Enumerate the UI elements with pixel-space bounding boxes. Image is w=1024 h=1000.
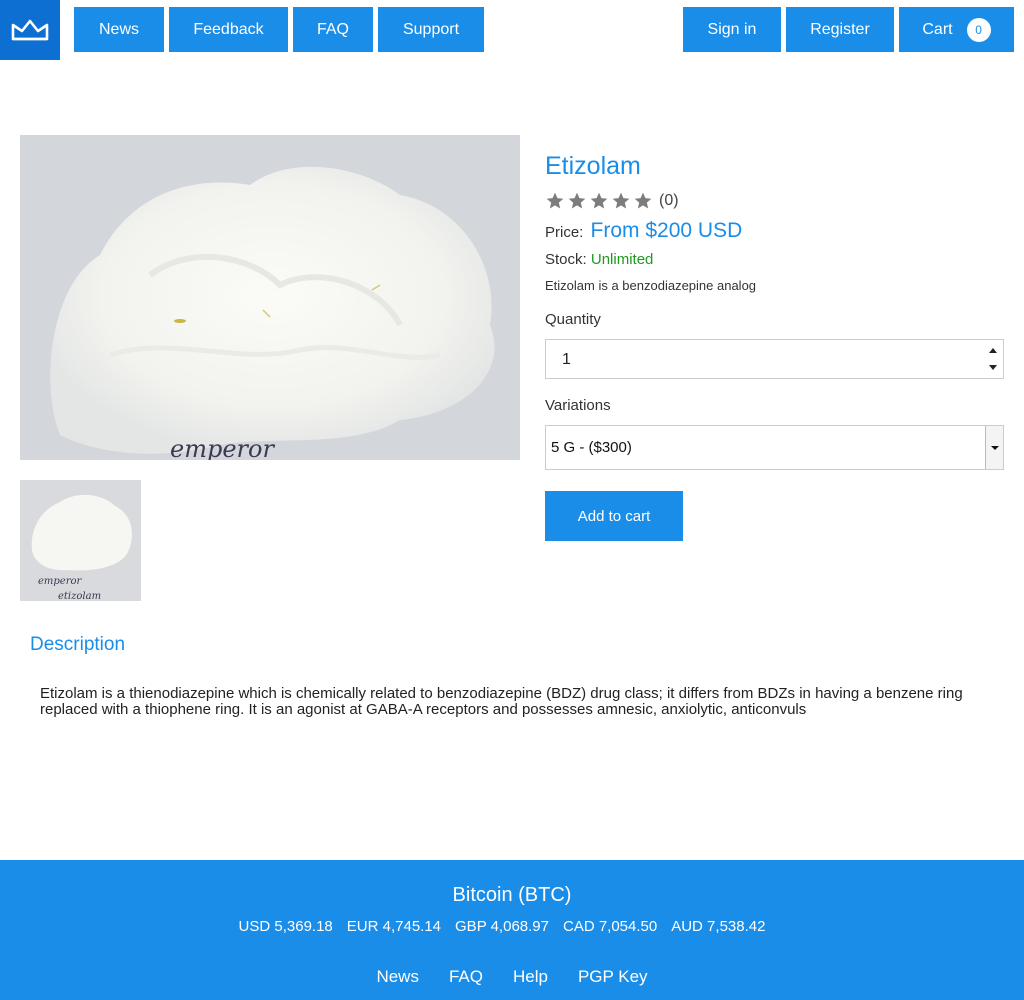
- rating-count: (0): [659, 192, 679, 209]
- star-icon: [568, 192, 586, 209]
- add-to-cart-button[interactable]: Add to cart: [545, 491, 683, 541]
- nav-faq-button[interactable]: FAQ: [293, 7, 373, 52]
- thumb-handwriting-1: emperor: [38, 576, 83, 587]
- stock-row: Stock: Unlimited: [545, 251, 653, 268]
- nav-feedback-button[interactable]: Feedback: [169, 7, 288, 52]
- quantity-value: 1: [562, 351, 571, 368]
- thumb-handwriting-2: etizolam: [58, 591, 101, 601]
- cart-count-badge: 0: [966, 17, 991, 42]
- rate-cad: CAD 7,054.50: [562, 918, 658, 935]
- quantity-label: Quantity: [545, 311, 601, 328]
- rating-stars: (0): [545, 191, 679, 211]
- chevron-down-icon: [990, 445, 999, 450]
- variations-label: Variations: [545, 397, 611, 414]
- nav-support-button[interactable]: Support: [378, 7, 484, 52]
- cart-label: Cart: [922, 20, 953, 38]
- variations-dropdown-button[interactable]: [985, 426, 1003, 469]
- top-navbar: News Feedback FAQ Support Sign in Regist…: [0, 0, 1024, 60]
- quantity-input[interactable]: 1: [545, 339, 1004, 379]
- price-row: Price: From $200 USD: [545, 219, 742, 243]
- star-icon: [546, 192, 564, 209]
- footer-link-news[interactable]: News: [376, 967, 419, 987]
- rate-eur: EUR 4,745.14: [346, 918, 442, 935]
- spinner-arrows-icon: [989, 348, 997, 370]
- stock-label: Stock:: [545, 251, 587, 268]
- product-thumbnail[interactable]: emperor etizolam: [20, 480, 141, 601]
- star-icon: [612, 192, 630, 209]
- site-logo[interactable]: [0, 0, 60, 60]
- register-button[interactable]: Register: [786, 7, 894, 52]
- rate-usd: USD 5,369.18: [238, 918, 333, 935]
- footer: Bitcoin (BTC) USD 5,369.18 EUR 4,745.14 …: [0, 860, 1024, 1000]
- price-value: From $200 USD: [590, 219, 743, 242]
- sign-in-button[interactable]: Sign in: [683, 7, 781, 52]
- star-icon: [634, 192, 652, 209]
- nav-news-button[interactable]: News: [74, 7, 164, 52]
- footer-link-help[interactable]: Help: [513, 967, 548, 987]
- price-label: Price:: [545, 224, 584, 241]
- crown-icon: [11, 19, 49, 41]
- footer-link-faq[interactable]: FAQ: [449, 967, 483, 987]
- rate-aud: AUD 7,538.42: [671, 918, 766, 935]
- currency-title: Bitcoin (BTC): [452, 884, 572, 906]
- exchange-rates: USD 5,369.18 EUR 4,745.14 GBP 4,068.97 C…: [0, 918, 1004, 935]
- stock-value: Unlimited: [590, 251, 654, 268]
- description-text: Etizolam is a thienodiazepine which is c…: [40, 685, 963, 718]
- product-main-image: emperor: [20, 135, 520, 460]
- footer-links: News FAQ Help PGP Key: [0, 967, 1024, 987]
- cart-button[interactable]: Cart 0: [899, 7, 1014, 52]
- rate-gbp: GBP 4,068.97: [455, 918, 549, 935]
- image-handwriting: emperor: [170, 435, 275, 460]
- short-description: Etizolam is a benzodiazepine analog: [545, 278, 757, 293]
- quantity-stepper[interactable]: [983, 340, 1003, 378]
- variation-selected: 5 G - ($300): [551, 439, 632, 456]
- product-title: Etizolam: [545, 152, 641, 180]
- variations-select[interactable]: 5 G - ($300): [545, 425, 1004, 470]
- tab-description[interactable]: Description: [30, 634, 125, 656]
- star-icon: [590, 192, 608, 209]
- footer-link-pgp-key[interactable]: PGP Key: [578, 967, 648, 987]
